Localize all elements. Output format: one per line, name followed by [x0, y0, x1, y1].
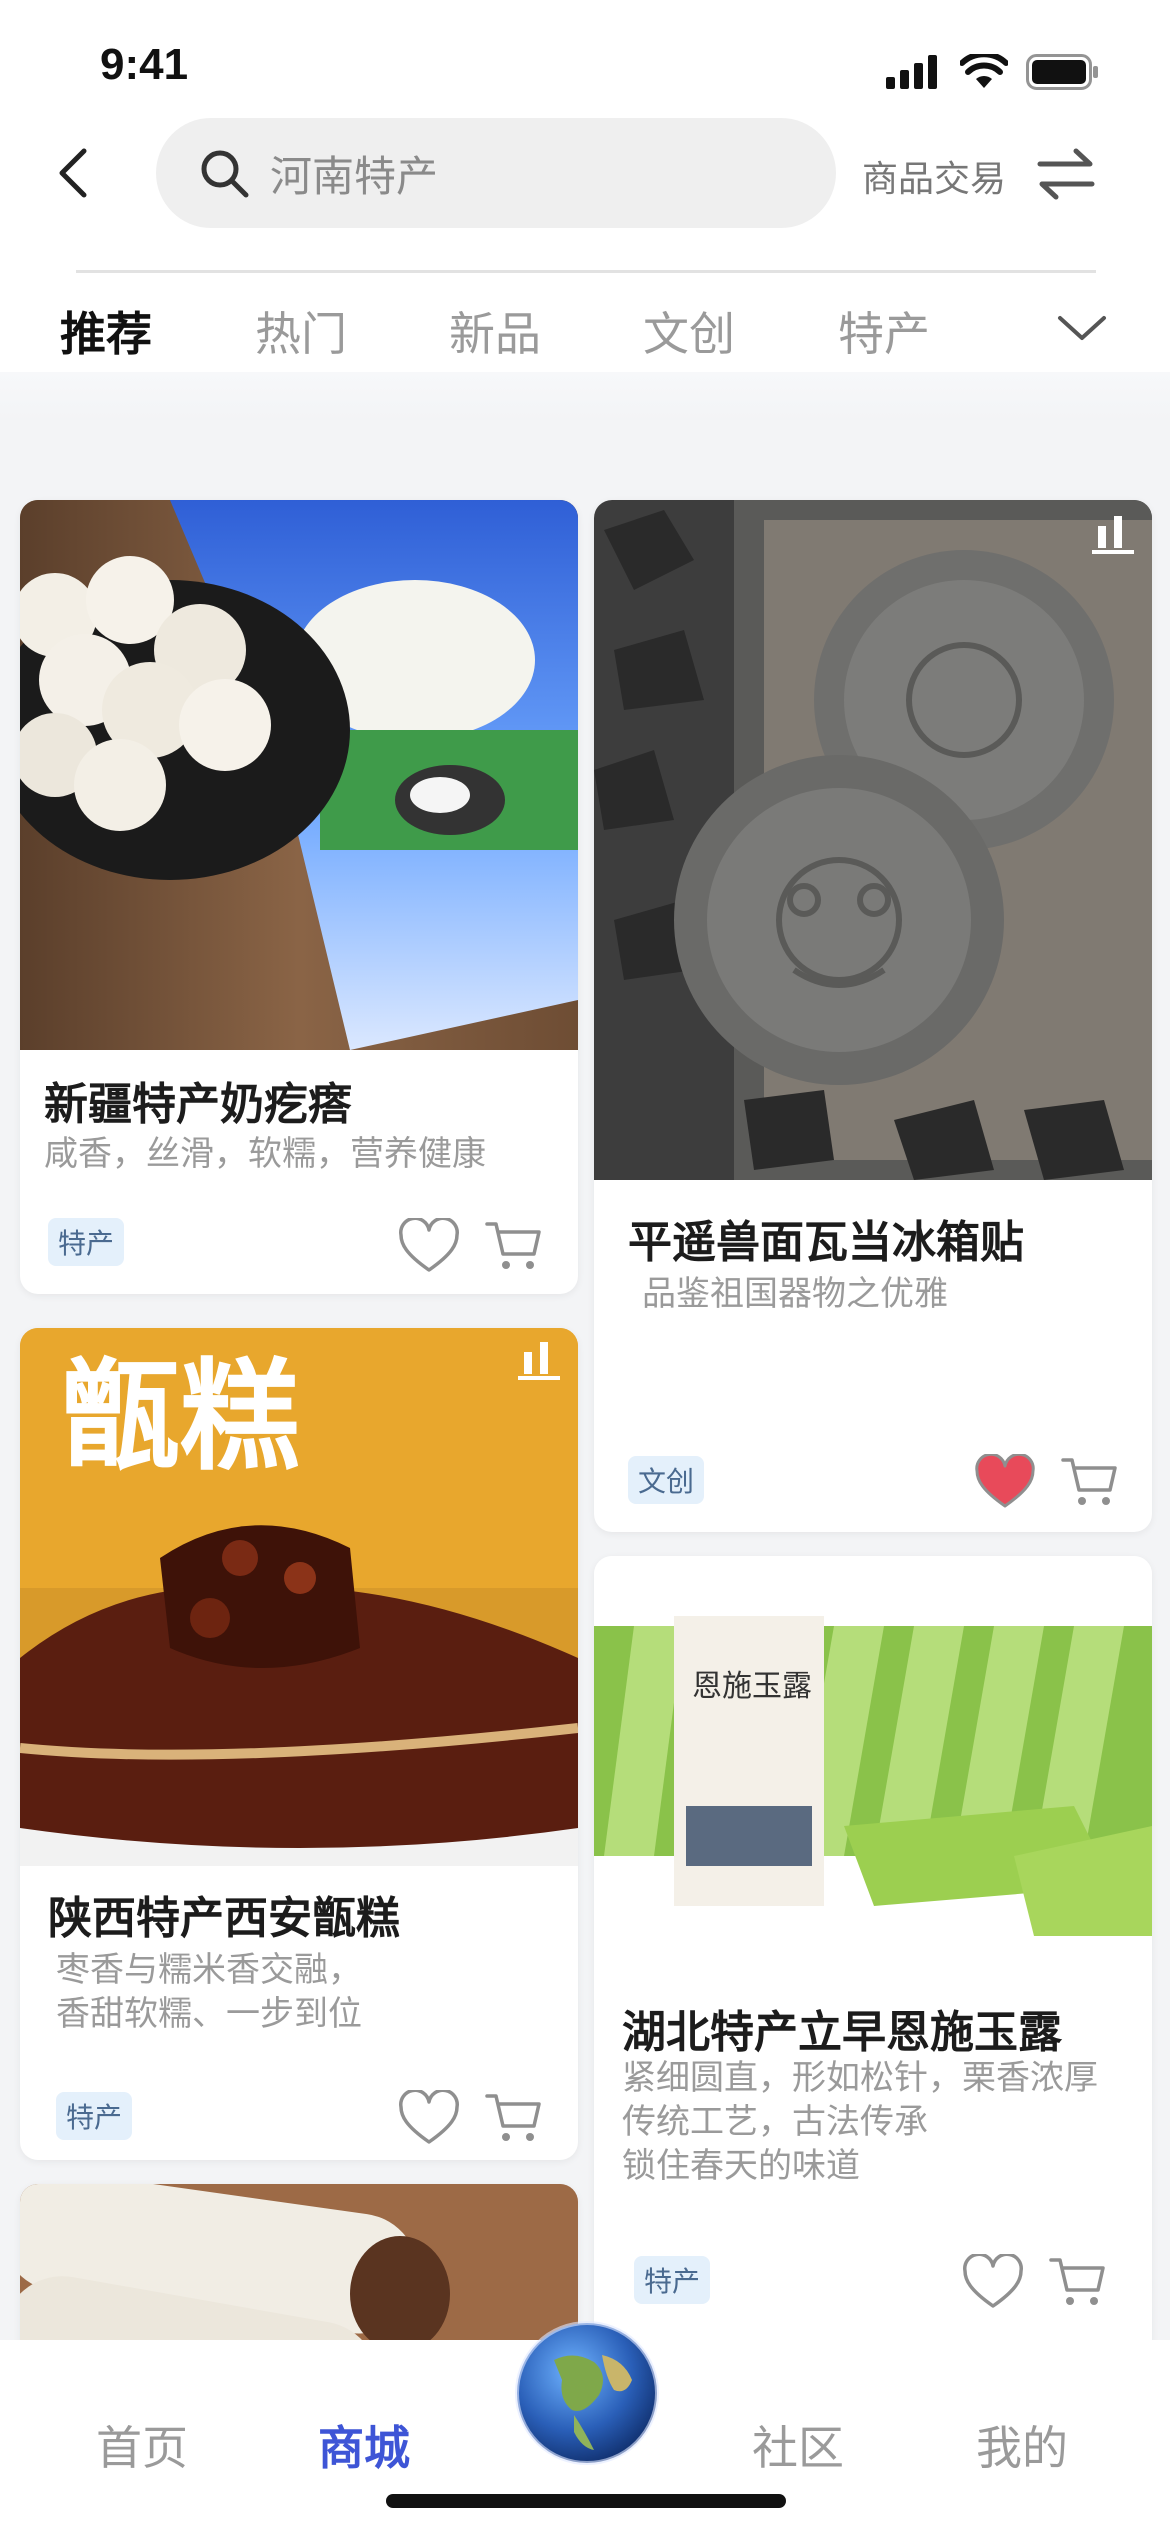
product-image: 甑糕	[20, 1328, 578, 1866]
header: 河南特产 商品交易	[0, 118, 1170, 228]
chevron-left-icon	[59, 148, 87, 198]
product-desc-line-2: 香甜软糯、一步到位	[56, 1994, 362, 2034]
status-bar: 9:41	[0, 0, 1170, 120]
wifi-icon	[960, 54, 1008, 88]
product-title: 陕西特产西安甑糕	[48, 1893, 400, 1944]
product-feed: 新疆特产奶疙瘩 咸香，丝滑，软糯，营养健康 特产 平遥兽面瓦当冰箱贴 品鉴祖国器…	[0, 422, 1170, 2340]
product-card[interactable]: 甑糕 陕西特产西安甑糕 枣香与糯米香交融， 香甜软糯、一步到位 特产	[20, 1328, 578, 2160]
category-badge: 文创	[628, 1456, 705, 1504]
product-title: 湖北特产立早恩施玉露	[622, 2007, 1062, 2058]
svg-text:甑糕: 甑糕	[60, 1348, 300, 1487]
product-image	[20, 500, 578, 1050]
trade-link[interactable]: 商品交易	[862, 150, 1006, 202]
category-tabs: 推荐 热门 新品 文创 特产	[0, 298, 1170, 368]
search-placeholder: 河南特产	[270, 151, 439, 201]
cart-icon[interactable]	[484, 1218, 542, 1274]
globe-icon[interactable]	[514, 2320, 660, 2466]
product-card[interactable]	[20, 2184, 578, 2340]
nav-mall[interactable]: 商城	[318, 2412, 410, 2478]
battery-icon	[1026, 54, 1098, 90]
home-indicator	[386, 2494, 786, 2508]
search-icon	[201, 150, 249, 198]
heart-outline-icon[interactable]	[398, 1218, 460, 1274]
product-card[interactable]: 新疆特产奶疙瘩 咸香，丝滑，软糯，营养健康 特产	[20, 500, 578, 1294]
svg-text:恩施玉露: 恩施玉露	[692, 1669, 812, 1704]
product-desc-line-3: 锁住春天的味道	[622, 2146, 860, 2186]
product-title: 新疆特产奶疙瘩	[44, 1079, 352, 1130]
product-desc-line-2: 传统工艺，古法传承	[622, 2102, 928, 2142]
nav-profile[interactable]: 我的	[976, 2412, 1068, 2478]
product-desc-line-1: 紧细圆直，形如松针，栗香浓厚	[622, 2058, 1098, 2098]
chevron-down-icon[interactable]	[1054, 308, 1110, 348]
tabs-shadow-band	[0, 372, 1170, 422]
status-icons	[886, 52, 1100, 92]
tab-hot[interactable]: 热门	[255, 298, 347, 364]
product-desc-line-1: 枣香与糯米香交融，	[56, 1950, 362, 1990]
product-desc: 品鉴祖国器物之优雅	[642, 1274, 948, 1314]
heart-outline-icon[interactable]	[962, 2254, 1024, 2310]
cart-icon[interactable]	[484, 2090, 542, 2146]
cart-icon[interactable]	[1048, 2254, 1106, 2310]
heart-filled-icon[interactable]	[974, 1454, 1036, 1510]
tab-recommend[interactable]: 推荐	[60, 298, 152, 364]
product-image: 恩施玉露	[594, 1556, 1152, 1976]
category-badge: 特产	[48, 1218, 125, 1266]
tab-new[interactable]: 新品	[449, 298, 541, 364]
product-image	[594, 500, 1152, 1180]
stats-icon	[518, 1342, 560, 1380]
product-title: 平遥兽面瓦当冰箱贴	[628, 1217, 1024, 1268]
category-badge: 特产	[56, 2092, 133, 2140]
status-time: 9:41	[100, 40, 189, 89]
product-image	[20, 2184, 578, 2340]
nav-home[interactable]: 首页	[96, 2412, 188, 2478]
header-divider	[76, 270, 1096, 273]
cart-icon[interactable]	[1060, 1454, 1118, 1510]
back-button[interactable]	[46, 146, 100, 200]
tab-culture[interactable]: 文创	[643, 298, 735, 364]
product-card[interactable]: 平遥兽面瓦当冰箱贴 品鉴祖国器物之优雅 文创	[594, 500, 1152, 1532]
switch-arrows-icon[interactable]	[1034, 146, 1098, 202]
product-desc: 咸香，丝滑，软糯，营养健康	[44, 1134, 486, 1174]
category-badge: 特产	[634, 2256, 711, 2304]
product-card[interactable]: 恩施玉露 湖北特产立早恩施玉露 紧细圆直，形如松针，栗香浓厚 传统工艺，古法传承…	[594, 1556, 1152, 2340]
nav-community[interactable]: 社区	[752, 2412, 844, 2478]
heart-outline-icon[interactable]	[398, 2090, 460, 2146]
stats-icon	[1092, 516, 1134, 554]
search-input[interactable]: 河南特产	[156, 118, 836, 228]
cellular-signal-icon	[886, 55, 937, 89]
tab-specialty[interactable]: 特产	[838, 298, 930, 364]
